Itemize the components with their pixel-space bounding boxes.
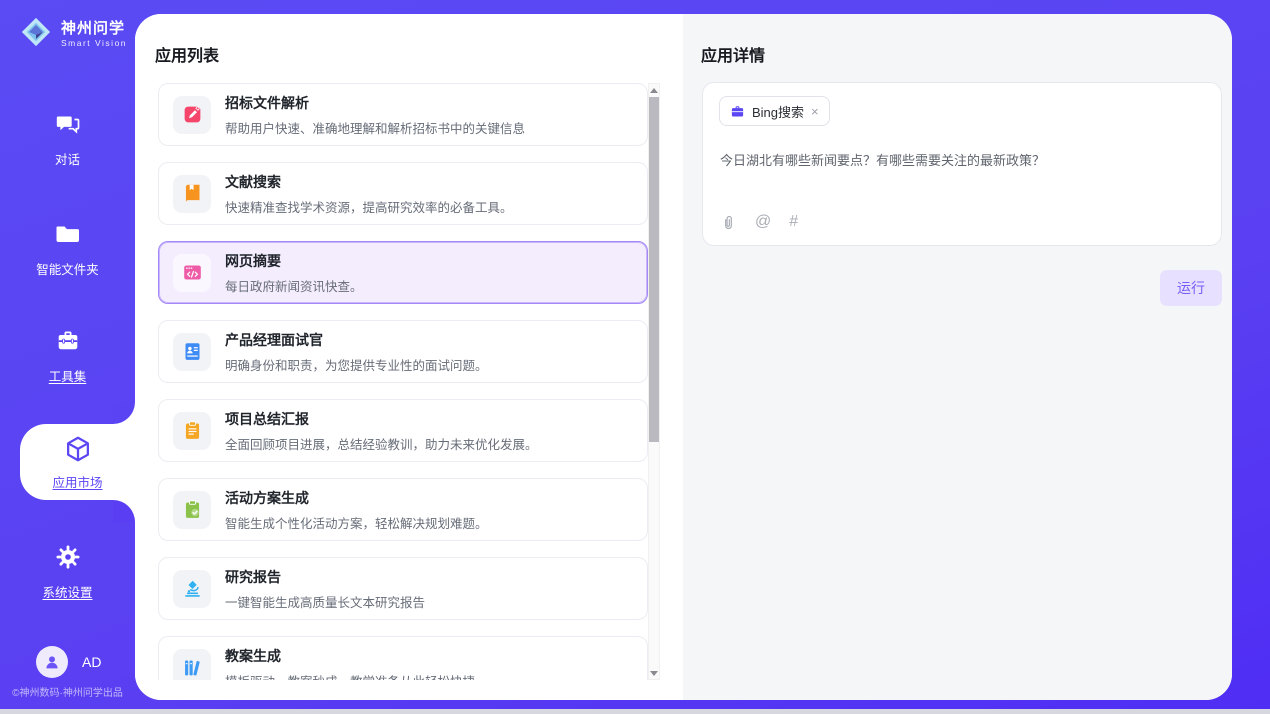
app-card-title: 产品经理面试官 bbox=[225, 330, 488, 350]
active-item-notch bbox=[113, 500, 135, 522]
sidebar-item-label: 应用市场 bbox=[20, 472, 135, 491]
scrollbar-thumb[interactable] bbox=[649, 97, 659, 442]
close-icon[interactable]: × bbox=[811, 105, 819, 118]
active-item-notch bbox=[113, 402, 135, 424]
window-bottom-edge bbox=[0, 709, 1270, 714]
gem-diamond-icon bbox=[18, 14, 54, 50]
microscope-icon bbox=[173, 570, 211, 608]
scroll-down-arrow-icon[interactable] bbox=[649, 667, 659, 679]
tool-tag-label: Bing搜索 bbox=[752, 102, 804, 121]
run-button[interactable]: 运行 bbox=[1160, 270, 1222, 306]
app-card-description: 智能生成个性化活动方案，轻松解决规划难题。 bbox=[225, 513, 488, 532]
clipboard-check-icon bbox=[173, 491, 211, 529]
main-content: 应用列表 招标文件解析 帮助用户快速、准确地理解和解析招标书中的关键信息 文献搜… bbox=[135, 14, 1232, 700]
cube-icon bbox=[63, 434, 93, 464]
app-card-web-summary[interactable]: 网页摘要 每日政府新闻资讯快查。 bbox=[158, 241, 648, 304]
app-list-panel: 应用列表 招标文件解析 帮助用户快速、准确地理解和解析招标书中的关键信息 文献搜… bbox=[135, 14, 683, 700]
app-card-bid-document-parsing[interactable]: 招标文件解析 帮助用户快速、准确地理解和解析招标书中的关键信息 bbox=[158, 83, 648, 146]
brand-tagline: Smart Vision bbox=[61, 38, 127, 48]
app-card-description: 帮助用户快速、准确地理解和解析招标书中的关键信息 bbox=[225, 118, 525, 137]
sidebar-item-label: 系统设置 bbox=[0, 582, 135, 601]
browser-code-icon bbox=[173, 254, 211, 292]
app-list: 招标文件解析 帮助用户快速、准确地理解和解析招标书中的关键信息 文献搜索 快速精… bbox=[158, 83, 648, 680]
app-card-lesson-plan[interactable]: 教案生成 模板驱动，教案秒成，教学准备从此轻松快捷 bbox=[158, 636, 648, 680]
app-card-pm-interviewer[interactable]: 产品经理面试官 明确身份和职责，为您提供专业性的面试问题。 bbox=[158, 320, 648, 383]
books-icon bbox=[173, 649, 211, 681]
app-card-title: 项目总结汇报 bbox=[225, 409, 538, 429]
app-detail-title: 应用详情 bbox=[701, 42, 765, 66]
sidebar-item-label: 对话 bbox=[0, 149, 135, 168]
app-card-title: 活动方案生成 bbox=[225, 488, 488, 508]
app-card-title: 网页摘要 bbox=[225, 251, 363, 271]
query-text[interactable]: 今日湖北有哪些新闻要点？有哪些需要关注的最新政策？ bbox=[720, 151, 1200, 171]
brand-logo: 神州问学 Smart Vision bbox=[18, 14, 127, 50]
app-list-scrollbar[interactable] bbox=[648, 83, 660, 680]
toolbox-icon bbox=[54, 327, 82, 355]
gear-icon bbox=[54, 543, 82, 571]
brand-name: 神州问学 bbox=[61, 17, 127, 38]
app-card-title: 招标文件解析 bbox=[225, 93, 525, 113]
resume-icon bbox=[173, 333, 211, 371]
user-account[interactable]: AD bbox=[36, 646, 101, 678]
sidebar-item-smart-folder[interactable]: 智能文件夹 bbox=[0, 220, 135, 278]
briefcase-icon bbox=[730, 104, 745, 119]
app-card-description: 快速精准查找学术资源，提高研究效率的必备工具。 bbox=[225, 197, 513, 216]
mention-icon[interactable]: @ bbox=[755, 213, 771, 231]
sidebar-item-toolkit[interactable]: 工具集 bbox=[0, 327, 135, 385]
tool-tag-bing-search[interactable]: Bing搜索 × bbox=[719, 96, 830, 126]
app-card-title: 文献搜索 bbox=[225, 172, 513, 192]
app-card-description: 模板驱动，教案秒成，教学准备从此轻松快捷 bbox=[225, 671, 475, 681]
app-card-project-summary[interactable]: 项目总结汇报 全面回顾项目进展，总结经验教训，助力未来优化发展。 bbox=[158, 399, 648, 462]
sidebar: 神州问学 Smart Vision 对话 智能文件夹 工具集 应用市场 系统设置 bbox=[0, 0, 135, 714]
paperclip-icon[interactable] bbox=[720, 214, 737, 231]
chat-icon bbox=[54, 110, 82, 138]
sidebar-item-chat[interactable]: 对话 bbox=[0, 110, 135, 168]
hash-icon[interactable]: # bbox=[789, 213, 798, 231]
scroll-up-arrow-icon[interactable] bbox=[649, 84, 659, 96]
clipboard-icon bbox=[173, 412, 211, 450]
app-card-literature-search[interactable]: 文献搜索 快速精准查找学术资源，提高研究效率的必备工具。 bbox=[158, 162, 648, 225]
app-detail-panel: 应用详情 Bing搜索 × 今日湖北有哪些新闻要点？有哪些需要关注的最新政策？ … bbox=[683, 14, 1232, 700]
app-card-description: 一键智能生成高质量长文本研究报告 bbox=[225, 592, 425, 611]
sidebar-item-label: 工具集 bbox=[0, 366, 135, 385]
app-list-title: 应用列表 bbox=[155, 42, 219, 66]
app-card-title: 教案生成 bbox=[225, 646, 475, 666]
copyright-text: ©神州数码·神州问学出品 bbox=[0, 684, 135, 699]
app-card-description: 明确身份和职责，为您提供专业性的面试问题。 bbox=[225, 355, 488, 374]
app-card-title: 研究报告 bbox=[225, 567, 425, 587]
app-card-description: 每日政府新闻资讯快查。 bbox=[225, 276, 363, 295]
app-card-research-report[interactable]: 研究报告 一键智能生成高质量长文本研究报告 bbox=[158, 557, 648, 620]
folder-icon bbox=[54, 220, 82, 248]
app-card-description: 全面回顾项目进展，总结经验教训，助力未来优化发展。 bbox=[225, 434, 538, 453]
user-name: AD bbox=[82, 654, 101, 670]
composer-card[interactable]: Bing搜索 × 今日湖北有哪些新闻要点？有哪些需要关注的最新政策？ @ # bbox=[702, 82, 1222, 246]
sidebar-item-app-market[interactable]: 应用市场 bbox=[20, 424, 135, 500]
sidebar-item-label: 智能文件夹 bbox=[0, 259, 135, 278]
edit-square-icon bbox=[173, 96, 211, 134]
book-icon bbox=[173, 175, 211, 213]
avatar-icon bbox=[36, 646, 68, 678]
sidebar-item-settings[interactable]: 系统设置 bbox=[0, 543, 135, 601]
app-card-event-plan[interactable]: 活动方案生成 智能生成个性化活动方案，轻松解决规划难题。 bbox=[158, 478, 648, 541]
